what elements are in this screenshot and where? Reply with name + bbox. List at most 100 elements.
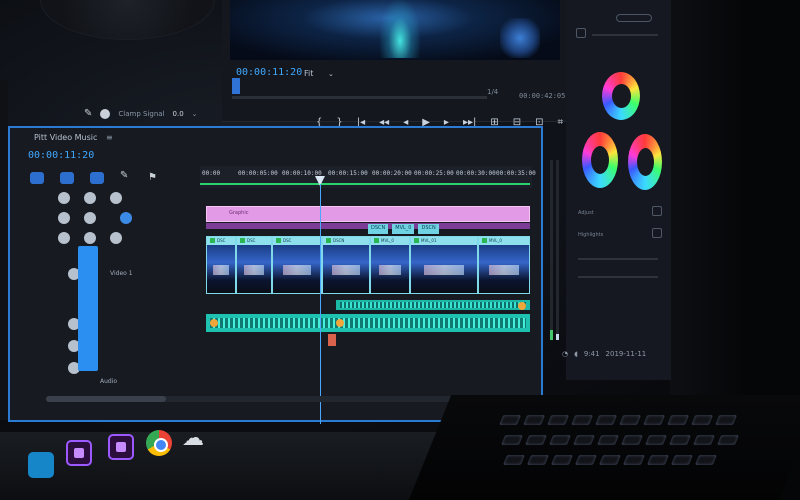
settings-button[interactable]: ⌗	[558, 117, 564, 128]
timeline-panel: Pitt Video Music ≡ 00:00:11:20 ✎ ⚑ Video…	[8, 126, 543, 424]
add-marker-button[interactable]	[90, 172, 104, 184]
video-clip[interactable]: MVL_01	[410, 236, 478, 294]
video-clip[interactable]: MVL_0	[478, 236, 530, 294]
track-output-toggle[interactable]	[110, 192, 122, 204]
keyboard-key	[621, 435, 644, 445]
meter-level	[556, 334, 559, 340]
checkbox[interactable]	[652, 228, 662, 238]
keyboard-key	[597, 435, 620, 445]
duration-timecode: 00:00:42:05	[519, 92, 566, 100]
zoom-select[interactable]: Fit ⌄	[304, 69, 334, 78]
wifi-icon[interactable]: ◔	[562, 350, 568, 358]
tray-time[interactable]: 9:41	[584, 350, 600, 358]
track-height-slider[interactable]	[78, 246, 98, 371]
screen: ✎ Clamp Signal 0.0 ⌄ 00:00:11:20 Fit ⌄ 1…	[0, 0, 800, 500]
system-tray: ◔ ◖ 9:41 2019-11-11	[562, 350, 646, 358]
panel-slider[interactable]	[578, 276, 658, 278]
checkbox[interactable]	[652, 206, 662, 216]
clamp-signal-row: ✎ Clamp Signal 0.0 ⌄	[84, 108, 198, 119]
ruler-tick: 00:00:15:00	[328, 170, 368, 177]
timeline-tab[interactable]: Pitt Video Music ≡	[34, 133, 113, 142]
audio-clip[interactable]	[336, 300, 530, 310]
track-lock-toggle[interactable]	[58, 192, 70, 204]
graphic-clip[interactable]: Graphic	[206, 206, 530, 222]
keyboard-key	[667, 415, 690, 425]
lumetri-color-panel: Adjust Highlights	[566, 0, 671, 380]
video-clip[interactable]: DSC	[272, 236, 322, 294]
clamp-toggle[interactable]	[100, 108, 111, 119]
color-wheel-highlights[interactable]	[628, 134, 662, 190]
cloud-icon[interactable]	[180, 426, 206, 452]
captions-icon[interactable]: ⚑	[148, 172, 157, 183]
chrome-icon[interactable]	[146, 430, 172, 456]
work-area-bar[interactable]	[200, 183, 530, 185]
time-ruler[interactable]: 00:00 00:00:05:00 00:00:10:00 00:00:15:0…	[200, 166, 536, 188]
clip-name: MVL_01	[421, 238, 437, 243]
track-sync-toggle[interactable]	[84, 192, 96, 204]
program-timecode[interactable]: 00:00:11:20	[236, 67, 302, 78]
clip-name: MVL_0	[489, 238, 502, 243]
linked-selection-button[interactable]	[60, 172, 74, 184]
chevron-down-icon[interactable]: ⌄	[192, 110, 198, 118]
close-icon[interactable]: ≡	[106, 133, 113, 142]
premiere-pro-icon[interactable]	[108, 434, 134, 460]
checkbox[interactable]	[576, 28, 586, 38]
video-clip[interactable]: DSC	[236, 236, 272, 294]
panel-slider[interactable]	[592, 34, 658, 36]
track-sync-toggle[interactable]	[84, 232, 96, 244]
source-monitor-dial	[40, 0, 215, 40]
keyboard-key	[526, 455, 549, 465]
track-lock-toggle[interactable]	[58, 212, 70, 224]
keyboard-key	[645, 435, 668, 445]
timeline-marker[interactable]	[328, 334, 336, 346]
snap-tool-button[interactable]	[30, 172, 44, 184]
clip-name: DSC	[217, 238, 226, 243]
track-sync-toggle[interactable]	[84, 212, 96, 224]
video-clip[interactable]: DSCN	[322, 236, 370, 294]
resolution-select[interactable]: 1/4	[487, 88, 498, 96]
color-wheel-midtones[interactable]	[602, 72, 640, 120]
timeline-timecode[interactable]: 00:00:11:20	[28, 150, 94, 161]
graphic-clip-label: Graphic	[229, 210, 249, 216]
lumetri-row-label: Adjust	[578, 210, 594, 216]
keyframe-marker[interactable]	[210, 319, 218, 327]
clip-name: DSCN	[333, 238, 345, 243]
stage-figure	[500, 18, 540, 58]
playhead-line[interactable]	[320, 184, 321, 424]
keyframe-marker[interactable]	[518, 302, 526, 310]
panel-slider[interactable]	[578, 258, 658, 260]
program-monitor: 00:00:11:20 Fit ⌄ 1/4 00:00:42:05 { } |◂…	[222, 0, 567, 128]
clamp-value[interactable]: 0.0	[173, 110, 184, 118]
audio-clip[interactable]	[206, 314, 530, 332]
track-lock-toggle[interactable]	[58, 232, 70, 244]
eyedropper-icon[interactable]: ✎	[84, 108, 92, 119]
overlay-clip[interactable]: MVL_0	[392, 224, 415, 234]
premiere-pro-icon[interactable]	[66, 440, 92, 466]
ruler-tick: 00:00:35:00	[496, 170, 536, 177]
panel-toggle[interactable]	[616, 14, 652, 22]
keyboard-key	[571, 415, 594, 425]
taskbar-app-icon[interactable]	[28, 452, 54, 478]
overlay-clip[interactable]: DSCN	[368, 224, 389, 234]
video-clip[interactable]: MVL_0	[370, 236, 410, 294]
overlay-clip[interactable]: DSCN	[418, 224, 439, 234]
ruler-tick: 00:00:20:00	[372, 170, 412, 177]
keyframe-marker[interactable]	[336, 319, 344, 327]
monitor-scrubber[interactable]	[232, 96, 487, 99]
track-target-toggle[interactable]	[120, 212, 132, 224]
clip-thumbnail	[411, 245, 477, 293]
track-output-toggle[interactable]	[110, 232, 122, 244]
wrench-icon[interactable]: ✎	[120, 170, 128, 181]
volume-icon[interactable]: ◖	[574, 350, 578, 358]
ruler-tick: 00:00:10:00	[282, 170, 322, 177]
tray-date[interactable]: 2019-11-11	[606, 350, 647, 358]
video-clip[interactable]: DSC	[206, 236, 236, 294]
ruler-tick: 00:00:30:00	[456, 170, 496, 177]
keyboard-key	[549, 435, 572, 445]
chevron-down-icon: ⌄	[327, 70, 334, 78]
color-wheel-shadows[interactable]	[582, 132, 618, 188]
scrollbar-thumb[interactable]	[46, 396, 166, 402]
monitor-playhead[interactable]	[232, 78, 240, 94]
clip-thumbnail	[323, 245, 369, 293]
ruler-tick: 00:00:25:00	[414, 170, 454, 177]
